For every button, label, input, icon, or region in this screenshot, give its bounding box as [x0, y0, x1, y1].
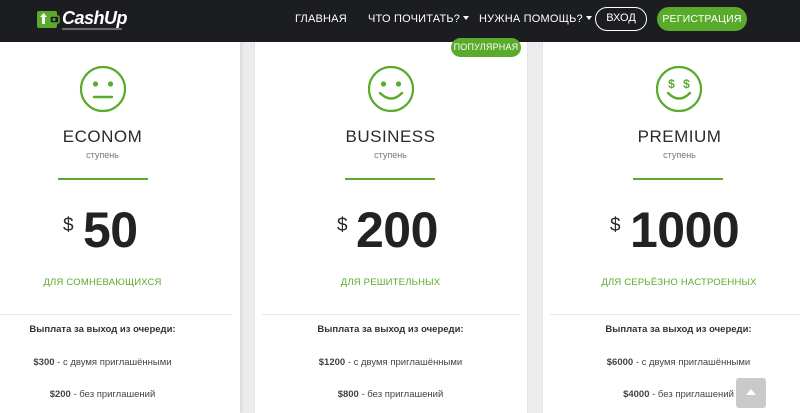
payout-text: - без приглашений — [649, 389, 734, 400]
chevron-down-icon — [585, 16, 592, 21]
payout-line: $300 - с двумя приглашёнными — [10, 357, 195, 368]
payout-title: Выплата за выход из очереди: — [605, 324, 752, 335]
payout-text: - с двумя приглашёнными — [54, 357, 172, 368]
plan-price: 1000 — [630, 202, 740, 258]
payout-text: - без приглашений — [70, 389, 156, 400]
currency-symbol: $ — [610, 215, 621, 236]
payout-text: - с двумя приглашёнными — [345, 357, 463, 368]
site-header: CashUp ГЛАВНАЯ ЧТО ПОЧИТАТЬ? НУЖНА ПОМОЩ… — [0, 0, 800, 42]
plan-audience: ДЛЯ СЕРЬЁЗНО НАСТРОЕННЫХ — [601, 277, 757, 288]
payout-title: Выплата за выход из очереди: — [29, 324, 176, 335]
payout-line: $800 - без приглашений — [298, 389, 483, 400]
plan-price: 200 — [356, 202, 438, 258]
plan-audience: ДЛЯ СОМНЕВАЮЩИХСЯ — [43, 277, 162, 288]
payout-text: - без приглашений — [358, 389, 444, 400]
plan-divider — [345, 178, 435, 180]
payout-amount: $4000 — [623, 389, 650, 400]
payout-amount: $200 — [49, 389, 71, 400]
section-divider — [262, 314, 520, 315]
logo-tagline — [62, 28, 122, 30]
section-divider — [0, 314, 232, 315]
svg-text:$: $ — [683, 77, 690, 91]
logo-text: CashUp — [62, 8, 128, 28]
plan-name: PREMIUM — [637, 127, 722, 146]
currency-symbol: $ — [337, 215, 348, 236]
chevron-up-icon — [746, 389, 756, 395]
nav-home[interactable]: ГЛАВНАЯ — [295, 13, 347, 25]
chevron-down-icon — [463, 16, 470, 21]
plan-divider — [633, 178, 723, 180]
svg-text:$: $ — [668, 77, 675, 91]
nav-what-to-read[interactable]: ЧТО ПОЧИТАТЬ? — [368, 13, 470, 25]
logo[interactable]: CashUp — [36, 6, 128, 34]
payout-text: - с двумя приглашёнными — [633, 357, 751, 368]
payout-amount: $800 — [337, 389, 359, 400]
plan-name: ECONOM — [62, 127, 143, 146]
nav-need-help-label: НУЖНА ПОМОЩЬ? — [479, 13, 583, 25]
plan-subtitle: ступень — [663, 150, 696, 160]
popular-badge: ПОПУЛЯРНАЯ — [451, 38, 521, 57]
plan-audience: ДЛЯ РЕШИТЕЛЬНЫХ — [340, 277, 441, 288]
plan-subtitle: ступень — [374, 150, 407, 160]
scroll-to-top-button[interactable] — [736, 378, 766, 408]
nav-what-to-read-label: ЧТО ПОЧИТАТЬ? — [368, 13, 461, 25]
payout-amount: $300 — [33, 357, 55, 368]
payout-amount: $6000 — [606, 357, 634, 368]
dollar-eyes-face-icon: $ $ — [655, 65, 703, 113]
payout-line: $6000 - с двумя приглашёнными — [586, 357, 771, 368]
section-divider — [550, 314, 800, 315]
plan-subtitle: ступень — [86, 150, 119, 160]
payout-line: $200 - без приглашений — [10, 389, 195, 400]
plan-price: 50 — [83, 202, 138, 258]
payout-amount: $1200 — [318, 357, 346, 368]
smile-face-icon — [367, 65, 415, 113]
neutral-face-icon — [79, 65, 127, 113]
nav-need-help[interactable]: НУЖНА ПОМОЩЬ? — [479, 13, 592, 25]
payout-line: $1200 - с двумя приглашёнными — [298, 357, 483, 368]
wallet-logo-icon — [37, 11, 60, 28]
payout-title: Выплата за выход из очереди: — [317, 324, 464, 335]
plan-divider — [58, 178, 148, 180]
login-button[interactable]: ВХОД — [595, 7, 647, 31]
register-button[interactable]: РЕГИСТРАЦИЯ — [657, 7, 747, 31]
plan-name: BUSINESS — [345, 127, 436, 146]
currency-symbol: $ — [63, 215, 74, 236]
nav-home-label: ГЛАВНАЯ — [295, 13, 347, 25]
